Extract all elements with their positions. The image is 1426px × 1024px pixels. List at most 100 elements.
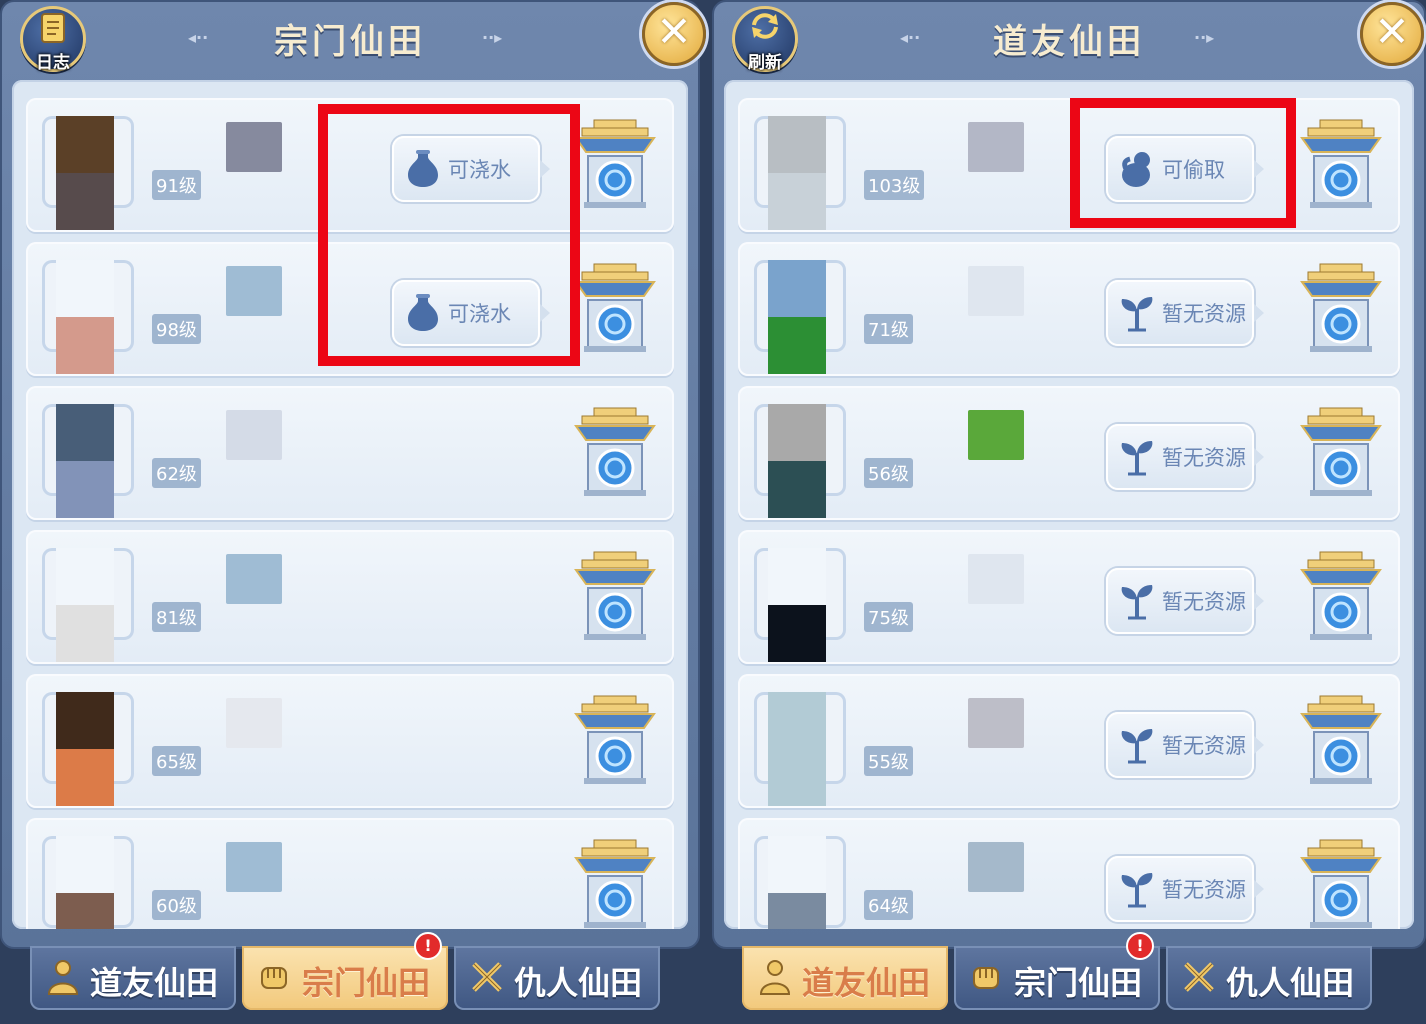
portal-gate-icon[interactable] (574, 260, 656, 354)
tab-sect-field[interactable]: 宗门仙田! (242, 932, 448, 1010)
list-item[interactable]: 65级 (26, 674, 674, 808)
tab-label: 宗门仙田 (302, 964, 431, 1002)
player-level: 62级 (152, 458, 201, 488)
sprout-icon (1118, 293, 1156, 333)
avatar-mosaic-top (768, 692, 826, 749)
avatar-mosaic-bottom (768, 893, 826, 929)
close-button[interactable]: ✕ (1360, 2, 1424, 66)
avatar[interactable] (56, 116, 114, 230)
no-resource-button[interactable]: 暂无资源 (1106, 856, 1264, 922)
list-item[interactable]: 103级 可偷取 (738, 98, 1400, 232)
tab-label: 仇人仙田 (514, 964, 643, 1002)
notification-badge: ! (1126, 932, 1154, 960)
tab-friends-field[interactable]: 道友仙田 (742, 946, 948, 1010)
avatar-mosaic-bottom (56, 605, 114, 662)
list-item[interactable]: 56级 暂无资源 (738, 386, 1400, 520)
portal-gate-icon[interactable] (574, 692, 656, 786)
avatar[interactable] (768, 836, 826, 929)
portal-gate-icon[interactable] (1300, 836, 1382, 929)
list-item[interactable]: 81级 (26, 530, 674, 664)
player-name-redacted (968, 266, 1024, 316)
player-name-redacted (226, 266, 282, 316)
action-label: 暂无资源 (1162, 734, 1246, 758)
pointer-arrow (1254, 448, 1264, 466)
action-label: 暂无资源 (1162, 878, 1246, 902)
player-level: 56级 (864, 458, 913, 488)
avatar[interactable] (768, 692, 826, 806)
player-name-redacted (226, 122, 282, 172)
tab-enemies-field[interactable]: 仇人仙田 (454, 946, 660, 1010)
list-item[interactable]: 62级 (26, 386, 674, 520)
tab-friends-field[interactable]: 道友仙田 (30, 946, 236, 1010)
no-resource-button[interactable]: 暂无资源 (1106, 280, 1264, 346)
list-item[interactable]: 75级 暂无资源 (738, 530, 1400, 664)
avatar-mosaic-top (56, 836, 114, 893)
portal-gate-icon[interactable] (574, 548, 656, 642)
list-item[interactable]: 55级 暂无资源 (738, 674, 1400, 808)
avatar[interactable] (56, 836, 114, 929)
portal-gate-icon[interactable] (1300, 692, 1382, 786)
portal-gate-icon[interactable] (574, 836, 656, 929)
player-level: 91级 (152, 170, 201, 200)
avatar-mosaic-top (768, 116, 826, 173)
avatar[interactable] (768, 404, 826, 518)
avatar-mosaic-bottom (768, 173, 826, 230)
list-item[interactable]: 64级 暂无资源 (738, 818, 1400, 929)
action-label: 暂无资源 (1162, 590, 1246, 614)
notification-badge: ! (414, 932, 442, 960)
portal-gate-icon[interactable] (1300, 548, 1382, 642)
list-item[interactable]: 71级 暂无资源 (738, 242, 1400, 376)
avatar[interactable] (56, 404, 114, 518)
avatar[interactable] (768, 260, 826, 374)
player-level: 55级 (864, 746, 913, 776)
portal-gate-icon[interactable] (1300, 116, 1382, 210)
avatar-mosaic-bottom (56, 317, 114, 374)
tab-sect-field[interactable]: 宗门仙田! (954, 932, 1160, 1010)
action-label: 暂无资源 (1162, 302, 1246, 326)
tab-label: 宗门仙田 (1014, 964, 1143, 1002)
avatar[interactable] (56, 260, 114, 374)
pointer-arrow (1254, 592, 1264, 610)
action-label: 暂无资源 (1162, 446, 1246, 470)
avatar[interactable] (56, 692, 114, 806)
avatar[interactable] (56, 548, 114, 662)
player-level: 98级 (152, 314, 201, 344)
player-level: 75级 (864, 602, 913, 632)
player-level: 81级 (152, 602, 201, 632)
portal-gate-icon[interactable] (574, 116, 656, 210)
player-level: 71级 (864, 314, 913, 344)
avatar-mosaic-top (56, 548, 114, 605)
crossed-swords-icon (468, 958, 506, 996)
highlight-box (318, 104, 580, 366)
close-button[interactable]: ✕ (642, 2, 706, 66)
tab-label: 仇人仙田 (1226, 964, 1355, 1002)
friend-list[interactable]: 103级 可偷取 71级 暂无资源 56级 暂无资源 75级 暂无资源 55级 暂无资源 64级 暂无… (724, 80, 1414, 929)
player-name-redacted (968, 842, 1024, 892)
player-level: 60级 (152, 890, 201, 920)
player-name-redacted (226, 842, 282, 892)
list-item[interactable]: 60级 (26, 818, 674, 929)
bottom-tab-bar: 道友仙田 宗门仙田! 仇人仙田 (30, 932, 670, 1010)
close-icon: ✕ (656, 7, 692, 56)
avatar[interactable] (768, 548, 826, 662)
portal-gate-icon[interactable] (1300, 260, 1382, 354)
avatar-mosaic-top (768, 548, 826, 605)
sect-field-panel: 日志 ◂·· 宗门仙田 ··▸ ✕ 91级 可浇水 98级 可浇水 62级 81级 65级 6… (0, 0, 706, 1024)
avatar-mosaic-top (768, 260, 826, 317)
portal-gate-icon[interactable] (1300, 404, 1382, 498)
avatar-mosaic-top (56, 260, 114, 317)
player-name-redacted (226, 410, 282, 460)
no-resource-button[interactable]: 暂无资源 (1106, 568, 1264, 634)
no-resource-button[interactable]: 暂无资源 (1106, 712, 1264, 778)
tab-enemies-field[interactable]: 仇人仙田 (1166, 946, 1372, 1010)
title-bar: 日志 ◂·· 宗门仙田 ··▸ ✕ (2, 2, 706, 74)
friend-field-panel: 刷新 ◂·· 道友仙田 ··▸ ✕ 103级 可偷取 71级 暂无资源 56级 暂无资源 7… (712, 0, 1426, 1024)
tab-label: 道友仙田 (90, 964, 219, 1002)
tab-label: 道友仙田 (802, 964, 931, 1002)
pointer-arrow (1254, 304, 1264, 322)
avatar[interactable] (768, 116, 826, 230)
portal-gate-icon[interactable] (574, 404, 656, 498)
no-resource-button[interactable]: 暂无资源 (1106, 424, 1264, 490)
bottom-tab-bar: 道友仙田 宗门仙田! 仇人仙田 (742, 932, 1396, 1010)
close-icon: ✕ (1374, 7, 1410, 56)
